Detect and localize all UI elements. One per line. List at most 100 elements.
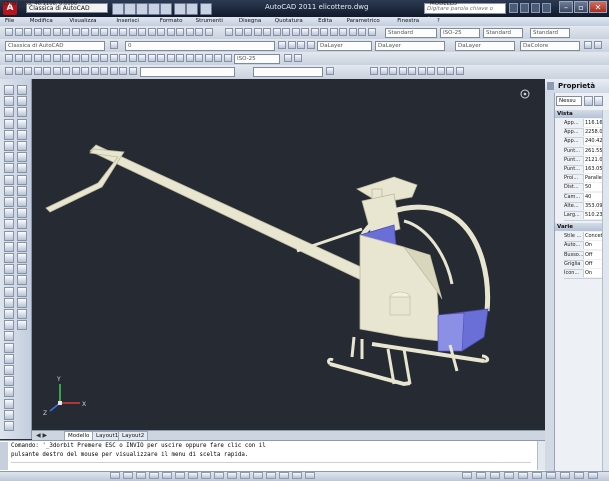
palette-title-strip[interactable] (545, 93, 555, 471)
dimension-tool-icon-8[interactable] (81, 54, 89, 62)
modify-tool-icon-9[interactable] (17, 174, 27, 185)
standard-tool-icon-7[interactable] (71, 28, 80, 36)
qat-menu-icon[interactable] (200, 3, 212, 15)
standard-tool-icon-34[interactable] (339, 28, 347, 36)
dim-style-select[interactable]: ISO-25 (440, 28, 480, 38)
view-tool-icon-19[interactable] (408, 67, 416, 75)
selection-select[interactable]: Nessu (556, 96, 582, 106)
modify-tool-icon-21[interactable] (17, 309, 27, 319)
draw-tool-icon-17[interactable] (4, 275, 14, 286)
draw-tool-icon-24[interactable] (4, 353, 14, 364)
draw-tool-icon-21[interactable] (4, 320, 14, 331)
dimension-tool-icon-16[interactable] (157, 54, 165, 62)
draw-tool-icon-18[interactable] (4, 286, 14, 297)
standard-tool-icon-28[interactable] (282, 28, 290, 36)
menu-item-file[interactable]: File (5, 18, 14, 25)
draw-tool-icon-28[interactable] (4, 398, 14, 409)
standard-tool-icon-18[interactable] (176, 28, 184, 36)
view-tool-icon-18[interactable] (398, 67, 407, 75)
modify-tool-icon-5[interactable] (17, 129, 27, 140)
standard-tool-icon-9[interactable] (90, 28, 99, 36)
section-vista[interactable]: Vista (555, 110, 609, 118)
plotstyle-select[interactable]: DaColore (520, 41, 580, 51)
modify-tool-icon-6[interactable] (17, 141, 27, 151)
status-tray-icon-3[interactable] (504, 472, 514, 479)
standard-tool-icon-13[interactable] (128, 28, 137, 36)
ucs-select[interactable] (253, 67, 323, 77)
dimension-tool-icon-24[interactable] (284, 54, 292, 62)
draw-tool-icon-5[interactable] (4, 141, 14, 151)
dimension-tool-icon-12[interactable] (119, 54, 127, 62)
draw-tool-icon-2[interactable] (4, 107, 14, 118)
menu-item-modifica[interactable]: Modifica (30, 18, 53, 25)
modify-tool-icon-16[interactable] (17, 253, 27, 263)
view-tool-icon-9[interactable] (90, 67, 99, 75)
redo-icon[interactable] (186, 3, 198, 15)
status-tray-icon-0[interactable] (462, 472, 472, 479)
lineweight-select[interactable]: DaLayer (455, 41, 515, 51)
status-tray-icon-7[interactable] (560, 472, 570, 479)
dimension-tool-icon-17[interactable] (166, 54, 175, 62)
view-tool-icon-20[interactable] (417, 67, 426, 75)
new-icon[interactable] (112, 3, 124, 15)
draw-tool-icon-15[interactable] (4, 253, 14, 263)
section-varie[interactable]: Varie (555, 223, 609, 232)
table-style-select[interactable]: Standard (483, 28, 523, 38)
draw-tool-icon-13[interactable] (4, 230, 14, 241)
menu-item-edita[interactable]: Edita (318, 18, 332, 25)
dimension-tool-icon-15[interactable] (147, 54, 156, 62)
select-objects-icon[interactable] (594, 96, 603, 106)
draw-tool-icon-23[interactable] (4, 342, 14, 353)
dimension-tool-icon-10[interactable] (100, 54, 108, 62)
draw-tool-icon-6[interactable] (4, 152, 14, 163)
view-tool-icon-0[interactable] (5, 67, 13, 75)
draw-tool-icon-26[interactable] (4, 376, 14, 387)
drafting-setting-icon-0[interactable] (110, 472, 120, 479)
draw-tool-icon-1[interactable] (4, 96, 14, 107)
color-select[interactable]: DaLayer (317, 41, 372, 51)
dimension-tool-icon-0[interactable] (5, 54, 13, 62)
dimension-tool-icon-25[interactable] (293, 54, 302, 62)
dimension-tool-icon-4[interactable] (43, 54, 51, 62)
standard-tool-icon-26[interactable] (263, 28, 271, 36)
drafting-setting-icon-2[interactable] (136, 472, 146, 479)
menu-item-quotatura[interactable]: Quotatura (275, 18, 303, 25)
standard-tool-icon-11[interactable] (109, 28, 118, 36)
drafting-setting-icon-11[interactable] (253, 472, 263, 479)
view-tool-icon-8[interactable] (81, 67, 89, 75)
modify-tool-icon-15[interactable] (17, 241, 27, 252)
view-tool-icon-16[interactable] (379, 67, 388, 75)
layer-tool-icon-4[interactable] (306, 41, 315, 49)
menu-item-formato[interactable]: Formato (160, 18, 183, 25)
menu-item-visualizza[interactable]: Visualizza (69, 18, 96, 25)
layer-tool-icon-3[interactable] (297, 41, 305, 49)
draw-tool-icon-29[interactable] (4, 409, 14, 420)
dimension-tool-icon-21[interactable] (204, 54, 213, 62)
drafting-setting-icon-15[interactable] (305, 472, 315, 479)
standard-tool-icon-25[interactable] (253, 28, 262, 36)
drafting-setting-icon-14[interactable] (292, 472, 302, 479)
status-tray-icon-5[interactable] (532, 472, 542, 479)
status-tray-icon-9[interactable] (588, 472, 598, 479)
modify-tool-icon-18[interactable] (17, 275, 27, 286)
standard-tool-icon-24[interactable] (244, 28, 252, 36)
linetype-select[interactable]: DaLayer (375, 41, 445, 51)
text-style-select[interactable]: Standard (385, 28, 437, 38)
drafting-setting-icon-9[interactable] (227, 472, 237, 479)
modify-tool-icon-4[interactable] (17, 118, 27, 129)
menu-item-disegna[interactable]: Disegna (239, 18, 261, 25)
modify-tool-icon-13[interactable] (17, 219, 27, 230)
standard-tool-icon-21[interactable] (204, 28, 213, 36)
standard-tool-icon-4[interactable] (43, 28, 51, 36)
drafting-setting-icon-8[interactable] (214, 472, 224, 479)
standard-tool-icon-1[interactable] (14, 28, 23, 36)
standard-tool-icon-14[interactable] (138, 28, 146, 36)
draw-tool-icon-10[interactable] (4, 197, 14, 207)
modify-tool-icon-8[interactable] (17, 163, 27, 174)
menu-item-inserisci[interactable]: Inserisci (116, 18, 139, 25)
drafting-setting-icon-7[interactable] (201, 472, 211, 479)
view-tool-icon-22[interactable] (436, 67, 445, 75)
workspace-toolbar-select[interactable]: Classica di AutoCAD (5, 41, 105, 51)
dimension-tool-icon-3[interactable] (33, 54, 42, 62)
view-tool-icon-7[interactable] (71, 67, 80, 75)
